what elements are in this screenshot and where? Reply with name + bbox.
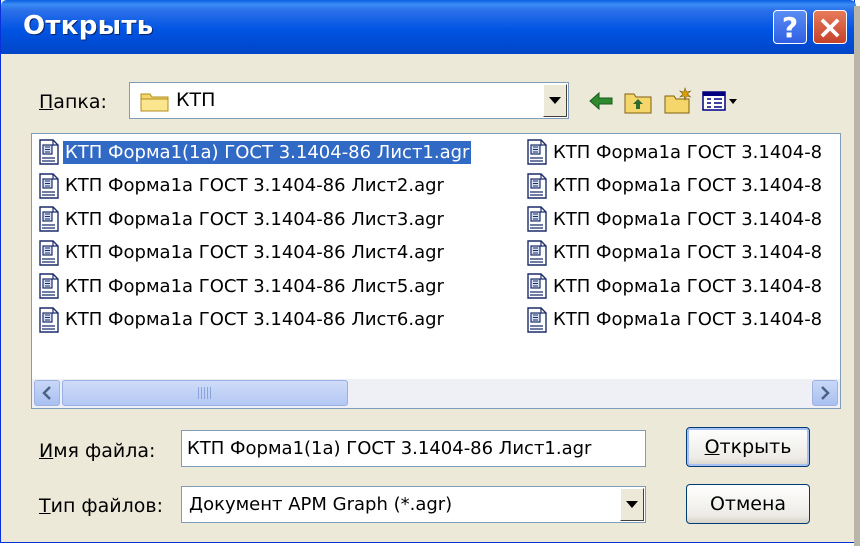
agr-file-icon [527, 172, 547, 199]
agr-file-icon [39, 239, 59, 266]
chevron-left-icon [42, 386, 51, 400]
file-name: КТП Форма1а ГОСТ 3.1404-8 [553, 175, 823, 196]
filename-input[interactable]: КТП Форма1(1а) ГОСТ 3.1404-86 Лист1.agr [181, 430, 646, 467]
horizontal-scrollbar[interactable] [32, 379, 840, 408]
file-name: КТП Форма1(1а) ГОСТ 3.1404-86 Лист1.agr [63, 140, 472, 164]
file-name: КТП Форма1а ГОСТ 3.1404-86 Лист6.agr [65, 309, 444, 330]
file-item[interactable]: КТП Форма1а ГОСТ 3.1404-86 Лист2.agr [38, 172, 446, 200]
folder-dropdown-button[interactable] [543, 84, 567, 117]
file-name: КТП Форма1а ГОСТ 3.1404-8 [553, 141, 823, 163]
cancel-button[interactable]: Отмена [686, 484, 810, 524]
scroll-thumb[interactable] [62, 380, 348, 406]
file-item[interactable]: КТП Форма1а ГОСТ 3.1404-8 [526, 272, 824, 300]
file-name: КТП Форма1а ГОСТ 3.1404-8 [553, 275, 823, 297]
open-dialog: Открыть ? × Папка: КТП КТП Форма1(1а) ГО… [0, 0, 860, 546]
file-item[interactable]: КТП Форма1а ГОСТ 3.1404-86 Лист5.agr [38, 272, 446, 300]
agr-file-icon [527, 273, 547, 299]
file-item[interactable]: КТП Форма1(1а) ГОСТ 3.1404-86 Лист1.agr [38, 138, 472, 166]
close-button[interactable]: × [813, 10, 847, 44]
folder-label: Папка: [39, 91, 107, 113]
help-button[interactable]: ? [773, 10, 807, 44]
view-menu-icon[interactable] [701, 86, 741, 116]
new-folder-icon[interactable] [663, 86, 693, 116]
filetype-combobox[interactable]: Документ APM Graph (*.agr) [181, 486, 646, 523]
agr-file-icon [527, 239, 547, 266]
file-name: КТП Форма1а ГОСТ 3.1404-8 [553, 242, 823, 263]
folder-icon [140, 93, 169, 112]
file-name: КТП Форма1а ГОСТ 3.1404-86 Лист3.agr [65, 208, 444, 230]
chevron-right-icon [821, 386, 830, 400]
folder-current: КТП [176, 89, 216, 111]
file-item[interactable]: КТП Форма1а ГОСТ 3.1404-8 [526, 306, 824, 334]
back-arrow-icon[interactable] [586, 86, 616, 116]
file-name: КТП Форма1а ГОСТ 3.1404-86 Лист2.agr [65, 175, 444, 196]
agr-file-icon [527, 139, 547, 165]
filename-label: Имя файла: [39, 440, 156, 462]
filetype-label: Тип файлов: [39, 495, 164, 517]
scroll-right-button[interactable] [812, 380, 838, 406]
file-item[interactable]: КТП Форма1а ГОСТ 3.1404-8 [526, 205, 824, 233]
file-item[interactable]: КТП Форма1а ГОСТ 3.1404-8 [526, 239, 824, 267]
filetype-dropdown-button[interactable] [620, 488, 644, 521]
dialog-title: Открыть [23, 11, 154, 41]
file-name: КТП Форма1а ГОСТ 3.1404-86 Лист4.agr [65, 242, 444, 263]
file-name: КТП Форма1а ГОСТ 3.1404-8 [553, 208, 823, 230]
scroll-left-button[interactable] [34, 380, 60, 406]
filetype-value: Документ APM Graph (*.agr) [189, 494, 453, 515]
file-list[interactable]: КТП Форма1(1а) ГОСТ 3.1404-86 Лист1.agr К… [31, 133, 841, 409]
file-item[interactable]: КТП Форма1а ГОСТ 3.1404-86 Лист4.agr [38, 239, 446, 267]
open-button[interactable]: Открыть [686, 427, 810, 467]
file-item[interactable]: КТП Форма1а ГОСТ 3.1404-86 Лист6.agr [38, 306, 446, 334]
file-item[interactable]: КТП Форма1а ГОСТ 3.1404-86 Лист3.agr [38, 205, 446, 233]
title-bar[interactable]: Открыть ? × [1, 0, 856, 54]
up-folder-icon[interactable] [623, 86, 653, 116]
agr-file-icon [39, 206, 59, 232]
agr-file-icon [39, 172, 59, 199]
agr-file-icon [39, 139, 59, 165]
agr-file-icon [527, 306, 547, 333]
agr-file-icon [527, 206, 547, 232]
folder-combobox[interactable]: КТП [129, 82, 569, 119]
file-item[interactable]: КТП Форма1а ГОСТ 3.1404-8 [526, 138, 824, 166]
file-name: КТП Форма1а ГОСТ 3.1404-8 [553, 309, 823, 330]
agr-file-icon [39, 273, 59, 299]
help-icon: ? [781, 10, 799, 44]
file-name: КТП Форма1а ГОСТ 3.1404-86 Лист5.agr [65, 275, 444, 297]
file-item[interactable]: КТП Форма1а ГОСТ 3.1404-8 [526, 172, 824, 200]
close-icon: × [816, 8, 844, 46]
agr-file-icon [39, 306, 59, 333]
filename-value: КТП Форма1(1а) ГОСТ 3.1404-86 Лист1.agr [187, 438, 592, 459]
